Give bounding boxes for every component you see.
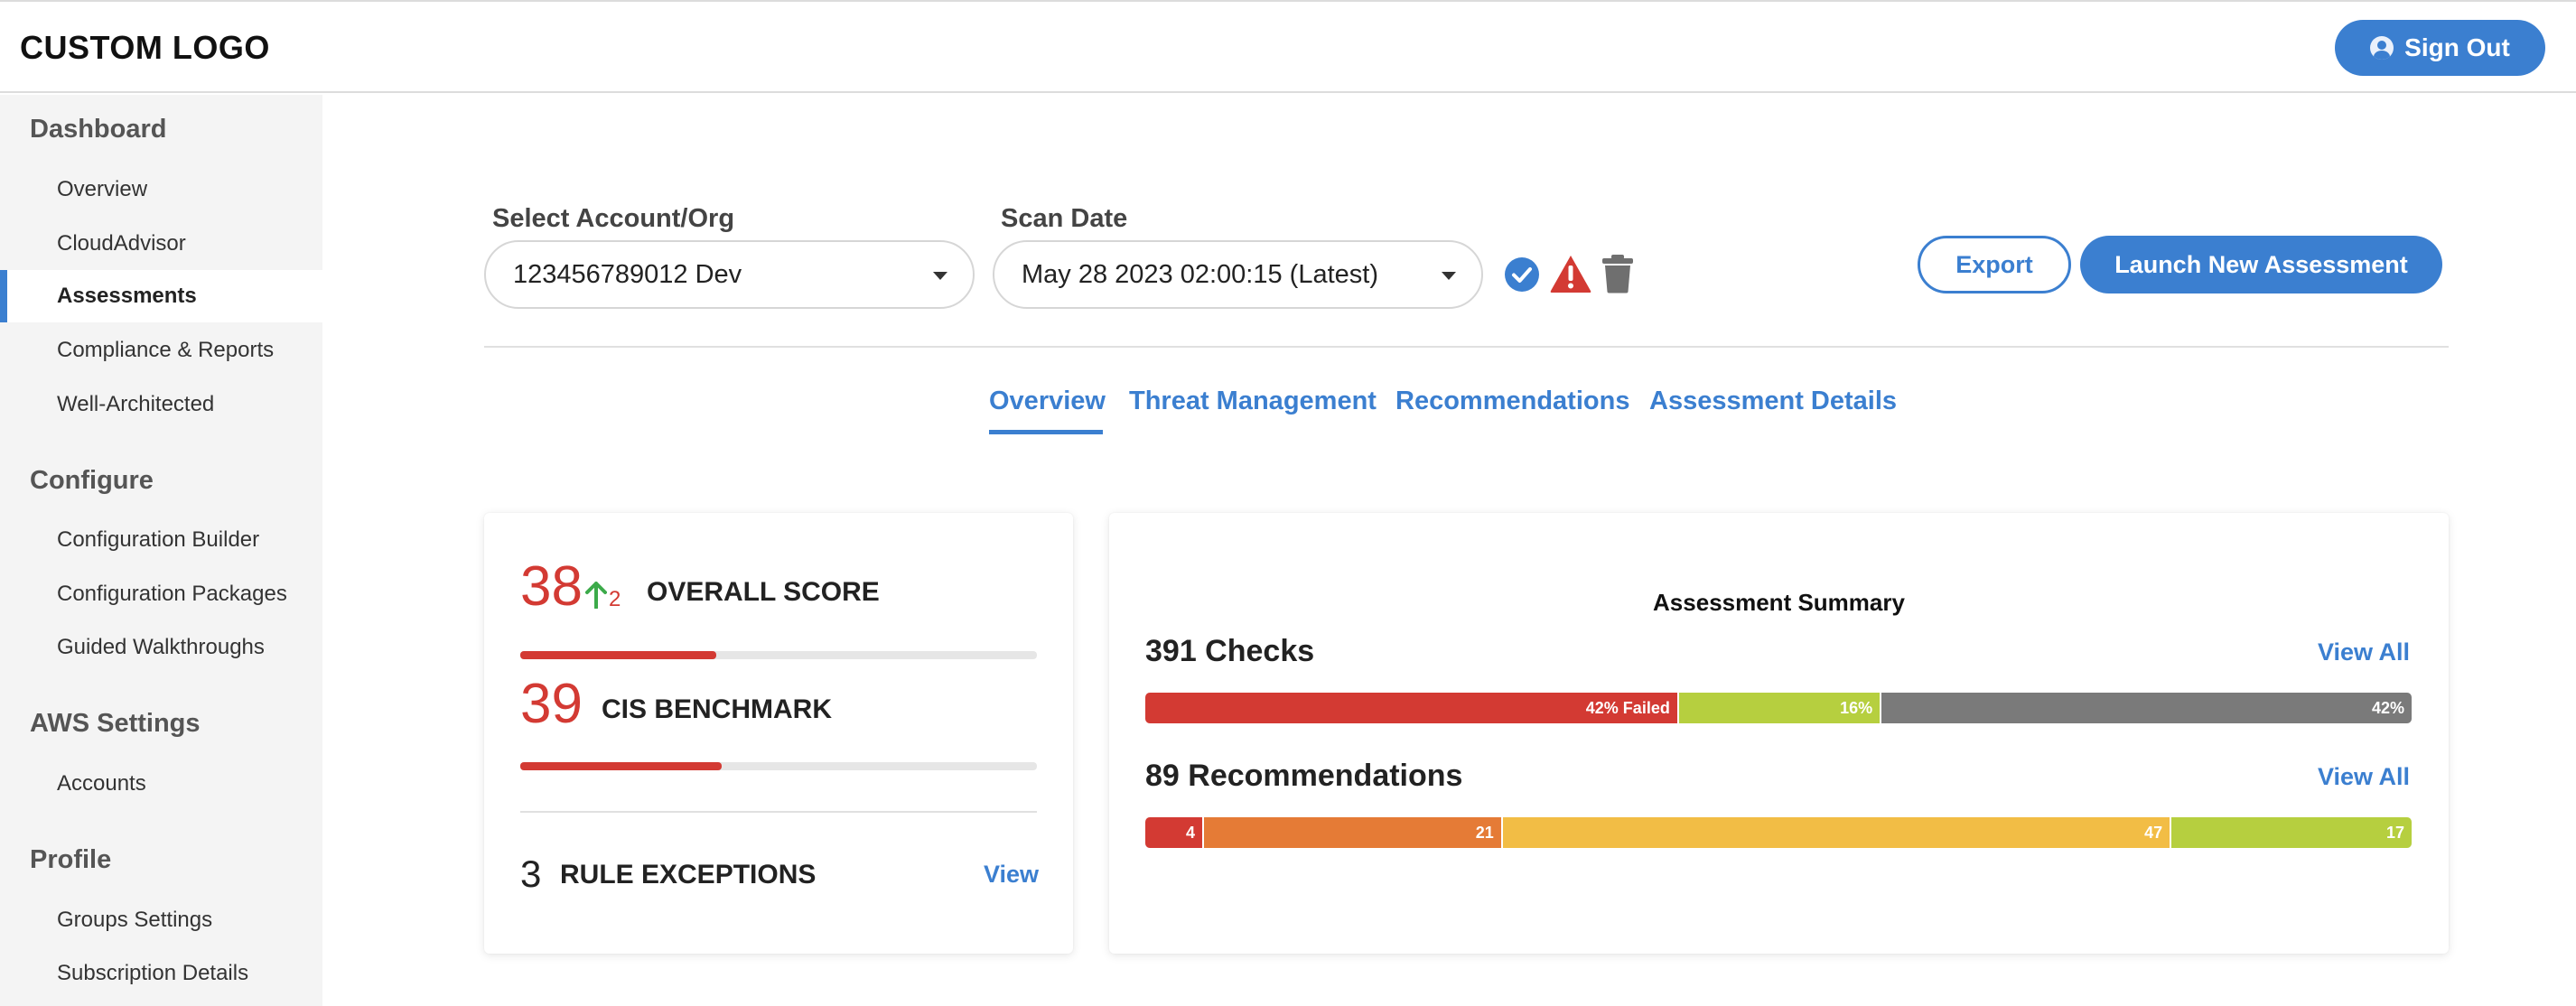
cis-benchmark-bar <box>520 762 1037 770</box>
recs-segment: 17 <box>2170 817 2412 848</box>
sidebar-item-groups-settings[interactable]: Groups Settings <box>0 894 322 946</box>
sidebar-item-assessments[interactable]: Assessments <box>0 270 322 322</box>
top-header: CUSTOM LOGO Sign Out <box>0 0 2576 93</box>
sidebar-item-well-architected[interactable]: Well-Architected <box>0 378 322 431</box>
app-logo: CUSTOM LOGO <box>20 29 270 66</box>
sidebar-item-configuration-packages[interactable]: Configuration Packages <box>0 568 322 620</box>
tab-overview[interactable]: Overview <box>989 387 1106 416</box>
assessment-summary-card: Assessment Summary 391 Checks View All 4… <box>1109 513 2449 954</box>
checks-count: 391 Checks <box>1145 634 1315 668</box>
tab-recommendations[interactable]: Recommendations <box>1395 387 1629 416</box>
rule-exceptions-value: 3 <box>520 852 542 895</box>
export-button[interactable]: Export <box>1918 236 2071 293</box>
checks-segment: 42% <box>1880 693 2412 723</box>
recs-segment: 21 <box>1202 817 1501 848</box>
sign-out-label: Sign Out <box>2404 33 2510 61</box>
account-select-value: 123456789012 Dev <box>513 259 742 289</box>
tab-threat-management[interactable]: Threat Management <box>1129 387 1377 416</box>
checks-segment: 16% <box>1676 693 1881 723</box>
cis-benchmark-label: CIS BENCHMARK <box>602 694 832 724</box>
cis-benchmark-value: 39 <box>520 673 583 735</box>
user-icon <box>2370 36 2394 60</box>
arrow-up-icon <box>585 582 607 609</box>
section-divider <box>484 346 2449 348</box>
warning-triangle-icon[interactable] <box>1549 254 1592 293</box>
check-circle-icon[interactable] <box>1504 256 1540 293</box>
scan-date-value: May 28 2023 02:00:15 (Latest) <box>1022 259 1378 289</box>
checks-view-all-link[interactable]: View All <box>2318 638 2410 666</box>
recs-segment: 47 <box>1500 817 2170 848</box>
overall-score-bar <box>520 651 1037 659</box>
overall-score-delta: 2 <box>609 587 621 611</box>
score-card: 38 2 OVERALL SCORE 39 CIS BENCHMARK 3 RU… <box>484 513 1073 954</box>
recommendations-view-all-link[interactable]: View All <box>2318 763 2410 791</box>
account-select[interactable]: 123456789012 Dev <box>484 240 975 309</box>
checks-status-bar: 42% Failed 16% 42% <box>1145 693 2412 723</box>
sidebar: Dashboard Overview CloudAdvisor Assessme… <box>0 95 322 1006</box>
overall-score-value: 38 <box>520 555 583 618</box>
cis-benchmark-bar-fill <box>520 762 723 770</box>
chevron-down-icon <box>1442 272 1456 280</box>
sidebar-item-accounts[interactable]: Accounts <box>0 758 322 810</box>
assessment-summary-title: Assessment Summary <box>1653 589 1905 616</box>
recommendations-count: 89 Recommendations <box>1145 759 1463 793</box>
sidebar-section-configure: Configure <box>30 466 154 495</box>
sidebar-item-cloudadvisor[interactable]: CloudAdvisor <box>0 218 322 270</box>
account-select-label: Select Account/Org <box>492 204 735 233</box>
scan-date-label: Scan Date <box>1001 204 1128 233</box>
tab-assessment-details[interactable]: Assessment Details <box>1649 387 1897 416</box>
launch-new-assessment-button[interactable]: Launch New Assessment <box>2080 236 2442 293</box>
overall-score-label: OVERALL SCORE <box>647 577 880 607</box>
sign-out-button[interactable]: Sign Out <box>2335 20 2545 76</box>
sidebar-item-configuration-builder[interactable]: Configuration Builder <box>0 514 322 566</box>
sidebar-item-subscription-details[interactable]: Subscription Details <box>0 947 322 1000</box>
trash-icon[interactable] <box>1601 254 1634 293</box>
scan-date-select[interactable]: May 28 2023 02:00:15 (Latest) <box>993 240 1483 309</box>
active-tab-indicator <box>989 430 1103 434</box>
recommendations-severity-bar: 4 21 47 17 <box>1145 817 2412 848</box>
sidebar-item-guided-walkthroughs[interactable]: Guided Walkthroughs <box>0 621 322 674</box>
sidebar-item-compliance-reports[interactable]: Compliance & Reports <box>0 324 322 377</box>
overall-score-bar-fill <box>520 651 717 659</box>
card-divider <box>520 811 1037 813</box>
rule-exceptions-label: RULE EXCEPTIONS <box>560 860 817 890</box>
rule-exceptions-view-link[interactable]: View <box>984 861 1039 889</box>
sidebar-section-aws-settings: AWS Settings <box>30 709 201 738</box>
sidebar-item-overview[interactable]: Overview <box>0 163 322 216</box>
sidebar-section-dashboard: Dashboard <box>30 115 167 144</box>
checks-segment: 42% Failed <box>1145 693 1677 723</box>
recs-segment: 4 <box>1145 817 1202 848</box>
sidebar-section-profile: Profile <box>30 845 112 874</box>
chevron-down-icon <box>933 272 947 280</box>
